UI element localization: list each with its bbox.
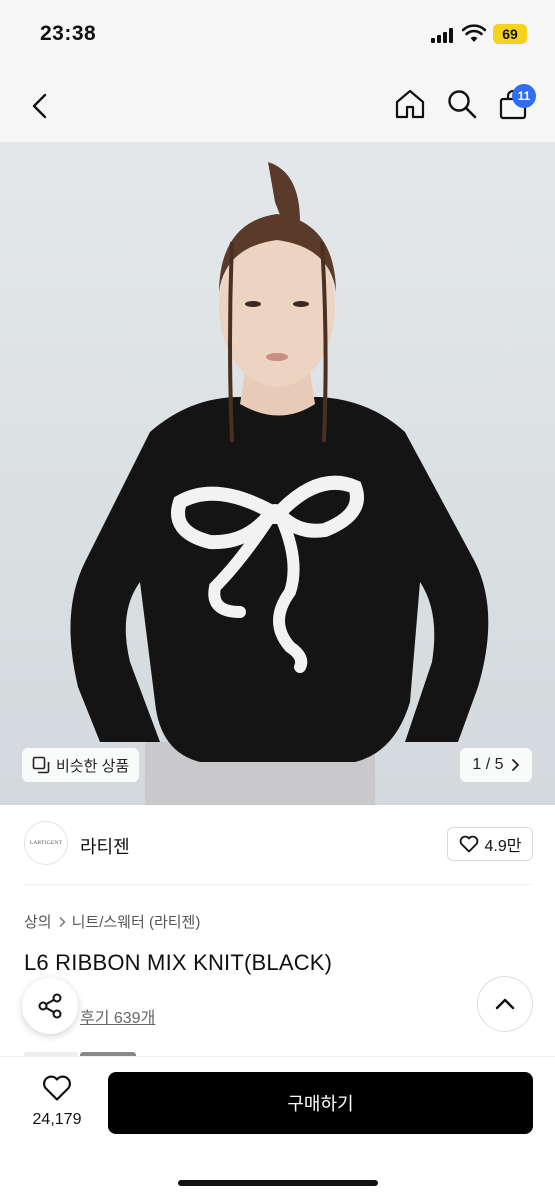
home-icon[interactable]	[394, 88, 426, 120]
product-page: 23:38 69 11 비슷한 상품 1 / 5 LARTIGENT 라티젠 4…	[0, 0, 555, 1200]
image-pager[interactable]: 1 / 5	[460, 748, 532, 782]
product-title: L6 RIBBON MIX KNIT(BLACK)	[24, 950, 333, 975]
cart-count-badge: 11	[512, 84, 536, 108]
heart-icon	[43, 1075, 71, 1101]
chevron-up-icon	[495, 998, 515, 1010]
reviews-link[interactable]: 후기 639개	[80, 1004, 155, 1028]
similar-icon	[32, 756, 50, 774]
brand-logo[interactable]: LARTIGENT	[24, 821, 68, 865]
brand-name[interactable]: 라티젠	[80, 833, 130, 859]
search-icon[interactable]	[446, 88, 478, 120]
scroll-top-button[interactable]	[477, 976, 533, 1032]
breadcrumb: 상의 니트/스웨터 (라티젠)	[24, 911, 200, 932]
image-pager-label: 1 / 5	[472, 756, 504, 773]
divider	[24, 884, 531, 885]
wifi-icon	[462, 24, 486, 42]
back-icon[interactable]	[28, 92, 52, 120]
status-bar: 23:38 69	[0, 0, 555, 70]
brand-like-count: 4.9만	[484, 838, 522, 855]
top-nav	[0, 70, 555, 142]
heart-icon	[459, 835, 478, 853]
buy-button[interactable]: 구매하기	[108, 1072, 533, 1134]
brand-like-button[interactable]: 4.9만	[447, 827, 533, 861]
share-icon	[38, 993, 62, 1019]
breadcrumb-category[interactable]: 상의	[24, 911, 52, 932]
battery-indicator: 69	[493, 24, 527, 44]
model-sweater-illustration	[0, 142, 555, 805]
similar-products-label: 비슷한 상품	[56, 757, 130, 775]
cellular-signal-icon	[431, 27, 457, 43]
product-image[interactable]	[0, 142, 555, 805]
chevron-right-icon	[511, 759, 519, 771]
wishlist-count: 24,179	[32, 1111, 82, 1128]
share-button[interactable]	[22, 978, 78, 1034]
status-time: 23:38	[40, 22, 97, 45]
chevron-right-icon	[59, 916, 66, 927]
home-indicator	[178, 1180, 378, 1186]
similar-products-button[interactable]: 비슷한 상품	[22, 748, 140, 782]
breadcrumb-subcategory[interactable]: 니트/스웨터 (라티젠)	[72, 911, 201, 932]
wishlist-button[interactable]: 24,179	[24, 1074, 90, 1129]
